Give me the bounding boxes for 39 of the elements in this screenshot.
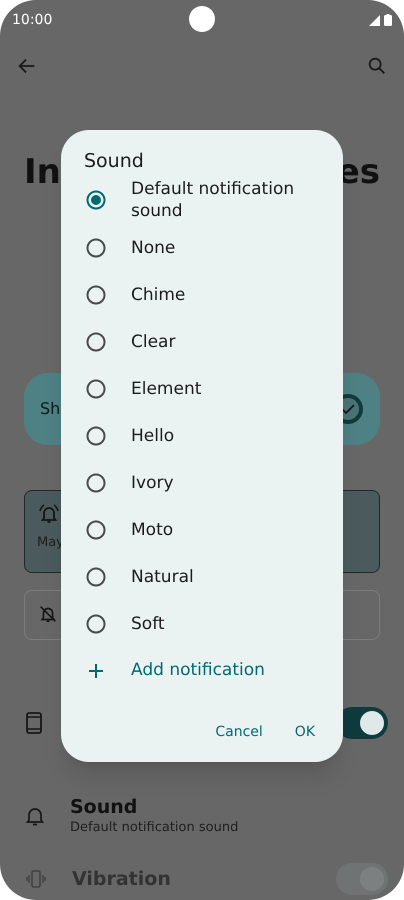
radio-button[interactable] (86, 520, 106, 540)
radio-option[interactable]: Element (61, 365, 343, 412)
setting-title: Sound (70, 795, 138, 819)
card-label: Sh (40, 398, 60, 420)
plus-icon (88, 662, 104, 678)
bell-ringing-icon (37, 503, 61, 525)
radio-button[interactable] (86, 566, 106, 586)
status-time: 10:00 (12, 10, 52, 30)
radio-button[interactable] (86, 378, 106, 398)
camera-cutout (189, 6, 215, 32)
radio-button[interactable] (86, 190, 106, 210)
add-notification-button[interactable]: Add notification (61, 647, 343, 694)
radio-button[interactable] (86, 238, 106, 258)
signal-icon (369, 14, 380, 26)
radio-option[interactable]: Clear (61, 318, 343, 365)
radio-button[interactable] (86, 426, 106, 446)
bell-icon (26, 806, 44, 826)
dialog-button[interactable]: Cancel (203, 714, 275, 751)
phone-icon (26, 712, 42, 734)
radio-option[interactable]: Ivory (61, 459, 343, 506)
radio-option[interactable]: Moto (61, 506, 343, 553)
battery-icon (384, 14, 392, 26)
vibration-icon (26, 870, 46, 888)
radio-button[interactable] (86, 332, 106, 352)
radio-option[interactable]: Default notification sound (61, 176, 343, 224)
radio-button[interactable] (86, 284, 106, 304)
bell-off-icon (37, 603, 59, 625)
search-icon[interactable] (366, 55, 388, 77)
radio-option[interactable]: Hello (61, 412, 343, 459)
radio-option[interactable]: Chime (61, 271, 343, 318)
page-title: In (24, 150, 61, 194)
radio-option[interactable]: Natural (61, 553, 343, 600)
dialog-title: Sound (83, 149, 145, 174)
radio-option[interactable]: Soft (61, 600, 343, 647)
radio-button[interactable] (86, 614, 106, 634)
radio-option[interactable]: None (61, 224, 343, 271)
setting-subtitle: Default notification sound (70, 819, 238, 837)
dialog-button[interactable]: OK (282, 714, 327, 751)
radio-button[interactable] (86, 472, 106, 492)
